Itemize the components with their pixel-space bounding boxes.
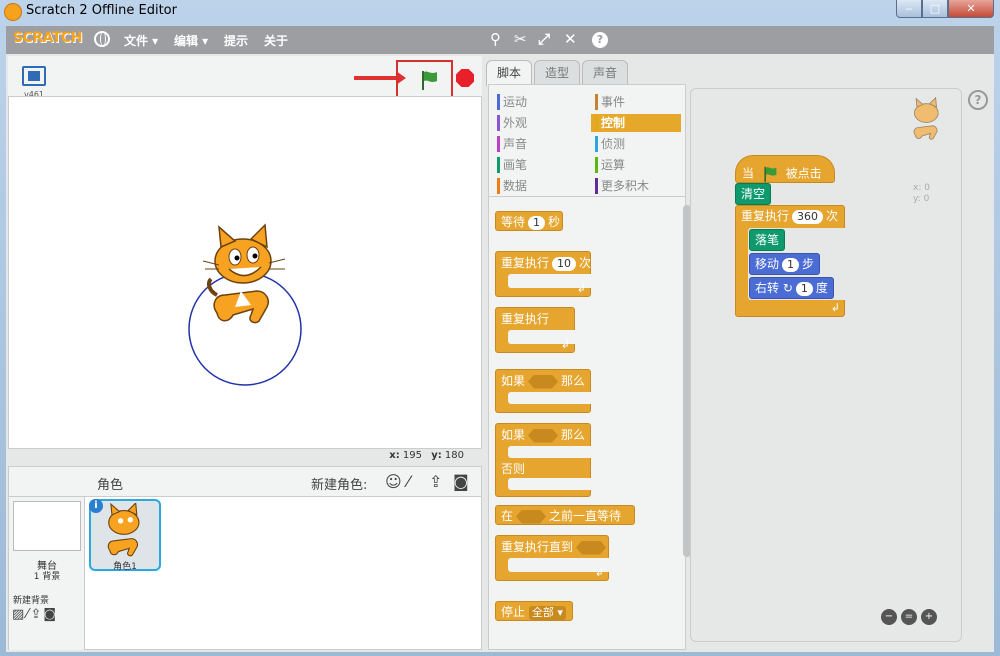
category-pen[interactable]: 画笔 xyxy=(493,156,583,174)
when-flag-clicked-block[interactable]: 当 被点击 xyxy=(735,155,835,183)
stop-dropdown[interactable]: 全部 ▾ xyxy=(528,606,566,620)
globe-icon[interactable] xyxy=(94,31,110,47)
zoom-out-icon[interactable]: − xyxy=(881,609,897,625)
y-label: y: xyxy=(431,450,442,461)
menu-file[interactable]: 文件 ▾ xyxy=(124,32,158,49)
delete-icon[interactable]: ✂ xyxy=(514,30,527,48)
block-if[interactable]: 如果 那么 xyxy=(495,369,591,413)
backdrop-upload-icon[interactable]: ⇪ xyxy=(30,607,43,622)
clear-block[interactable]: 清空 xyxy=(735,183,772,205)
stop-icon[interactable] xyxy=(456,69,474,87)
backdrop-library-icon[interactable]: ▨ xyxy=(12,607,26,622)
duplicate-icon[interactable]: ⚲ xyxy=(490,30,501,48)
minimize-button[interactable]: ‒ xyxy=(896,0,922,18)
camera-icon[interactable]: ◙ xyxy=(453,472,469,491)
category-looks[interactable]: 外观 xyxy=(493,114,583,132)
help-tips-icon[interactable]: ? xyxy=(968,90,988,110)
upload-icon[interactable]: ⇪ xyxy=(429,472,442,491)
help-icon[interactable]: ? xyxy=(592,32,608,48)
flag-icon xyxy=(764,166,777,182)
zoom-reset-icon[interactable]: = xyxy=(901,609,917,625)
category-more-blocks[interactable]: 更多积木 xyxy=(591,177,681,195)
menu-edit[interactable]: 编辑 ▾ xyxy=(174,32,208,49)
app-window: Scratch 2 Offline Editor ‒ □ ✕ SCRATCH 文… xyxy=(0,0,1000,656)
shrink-icon[interactable]: ✕ xyxy=(564,30,577,48)
close-button[interactable]: ✕ xyxy=(948,0,994,18)
block-forever[interactable]: 重复执行 ↲ xyxy=(495,307,575,353)
tab-sounds[interactable]: 声音 xyxy=(582,60,628,86)
block-repeat[interactable]: 重复执行 10 次 ↲ xyxy=(495,251,591,297)
stage-canvas[interactable] xyxy=(8,96,482,449)
sprite-xy: x: 0 y: 0 xyxy=(913,183,930,204)
y-value: 180 xyxy=(444,450,464,461)
fullscreen-icon[interactable] xyxy=(22,66,46,86)
green-flag-icon[interactable] xyxy=(420,70,438,90)
block-wait-until[interactable]: 在之前一直等待 xyxy=(495,505,635,525)
loop-arrow-icon: ↲ xyxy=(560,338,570,351)
menu-bar: SCRATCH 文件 ▾ 编辑 ▾ 提示 关于 ⚲ ✂ ⤢ ✕ ? xyxy=(6,26,994,54)
sprites-title: 角色 xyxy=(97,478,124,493)
loop-arrow-icon: ↲ xyxy=(576,282,586,295)
stage-drawing xyxy=(188,223,302,386)
block-palette: 运动 事件 外观 控制 声音 侦测 画笔 运算 数据 更多积木 等待 1 秒 重复执… xyxy=(488,84,691,650)
rotate-cw-icon: ↻ xyxy=(782,281,793,295)
zoom-in-icon[interactable]: + xyxy=(921,609,937,625)
editor-main: v461 x: 195 y: 180 角色 新建角色: ☺ ⁄ ⇪ ◙ 舞台 1… xyxy=(6,54,994,652)
cat-sprite-icon xyxy=(202,223,286,324)
tab-costumes[interactable]: 造型 xyxy=(534,60,580,86)
new-sprite-label: 新建角色: xyxy=(311,478,368,493)
loop-arrow-icon: ↲ xyxy=(594,566,604,579)
zoom-controls: − = + xyxy=(881,609,937,625)
block-repeat-until[interactable]: 重复执行直到 ↲ xyxy=(495,535,609,581)
stage-thumbnail[interactable] xyxy=(13,501,81,551)
scratch-logo[interactable]: SCRATCH xyxy=(13,30,82,46)
sprite-pane-header: 角色 新建角色: ☺ ⁄ ⇪ ◙ xyxy=(9,467,481,497)
block-if-else[interactable]: 如果 那么 否则 xyxy=(495,423,591,497)
pen-down-block[interactable]: 落笔 xyxy=(749,229,786,251)
annotation-arrow xyxy=(354,71,406,85)
x-label: x: xyxy=(389,450,400,461)
sprite-pane: 角色 新建角色: ☺ ⁄ ⇪ ◙ 舞台 1 背景 新建背景 ▨⁄⇪◙ i 角色1 xyxy=(8,466,482,650)
maximize-button[interactable]: □ xyxy=(922,0,948,18)
script-area[interactable]: x: 0 y: 0 当 被点击 清空 重复执行 360 次 ↲ 落笔 移动 1 步 右转… xyxy=(690,88,962,642)
sprite-thumbnail[interactable]: i 角色1 xyxy=(89,499,161,572)
turn-right-block[interactable]: 右转 ↻ 1 度 xyxy=(749,277,834,299)
drawn-circle xyxy=(188,272,302,386)
category-list: 运动 事件 外观 控制 声音 侦测 画笔 运算 数据 更多积木 xyxy=(489,85,685,197)
x-value: 195 xyxy=(402,450,422,461)
category-sound[interactable]: 声音 xyxy=(493,135,583,153)
new-backdrop-label: 新建背景 xyxy=(13,596,50,606)
sprite-library-icon[interactable]: ☺ xyxy=(385,472,402,491)
stage-panel[interactable]: 舞台 1 背景 新建背景 ▨⁄⇪◙ xyxy=(9,497,85,650)
block-wait[interactable]: 等待 1 秒 xyxy=(495,211,563,231)
backdrop-tools[interactable]: ▨⁄⇪◙ xyxy=(12,607,58,622)
category-events[interactable]: 事件 xyxy=(591,93,681,111)
sprite-name: 角色1 xyxy=(113,562,137,572)
paint-icon[interactable]: ⁄ xyxy=(407,472,410,491)
mouse-coords: x: 195 y: 180 xyxy=(8,450,482,466)
loop-arrow-icon: ↲ xyxy=(830,301,840,314)
category-data[interactable]: 数据 xyxy=(493,177,583,195)
cat-thumb-icon xyxy=(107,503,140,557)
category-control[interactable]: 控制 xyxy=(591,114,681,132)
move-block[interactable]: 移动 1 步 xyxy=(749,253,821,275)
tab-scripts[interactable]: 脚本 xyxy=(486,60,532,86)
backdrop-count: 1 背景 xyxy=(33,572,61,582)
app-icon xyxy=(4,3,22,21)
menu-about[interactable]: 关于 xyxy=(264,32,288,49)
category-sensing[interactable]: 侦测 xyxy=(591,135,681,153)
window-title: Scratch 2 Offline Editor xyxy=(26,3,177,18)
block-stop[interactable]: 停止 全部 ▾ xyxy=(495,601,573,621)
stage-header: v461 xyxy=(8,56,482,102)
category-motion[interactable]: 运动 xyxy=(493,93,583,111)
grow-icon[interactable]: ⤢ xyxy=(538,30,550,48)
title-bar: Scratch 2 Offline Editor ‒ □ ✕ xyxy=(0,0,1000,24)
category-operators[interactable]: 运算 xyxy=(591,156,681,174)
menu-tips[interactable]: 提示 xyxy=(224,32,248,49)
sprite-preview-icon xyxy=(913,97,939,140)
backdrop-camera-icon[interactable]: ◙ xyxy=(43,607,58,622)
